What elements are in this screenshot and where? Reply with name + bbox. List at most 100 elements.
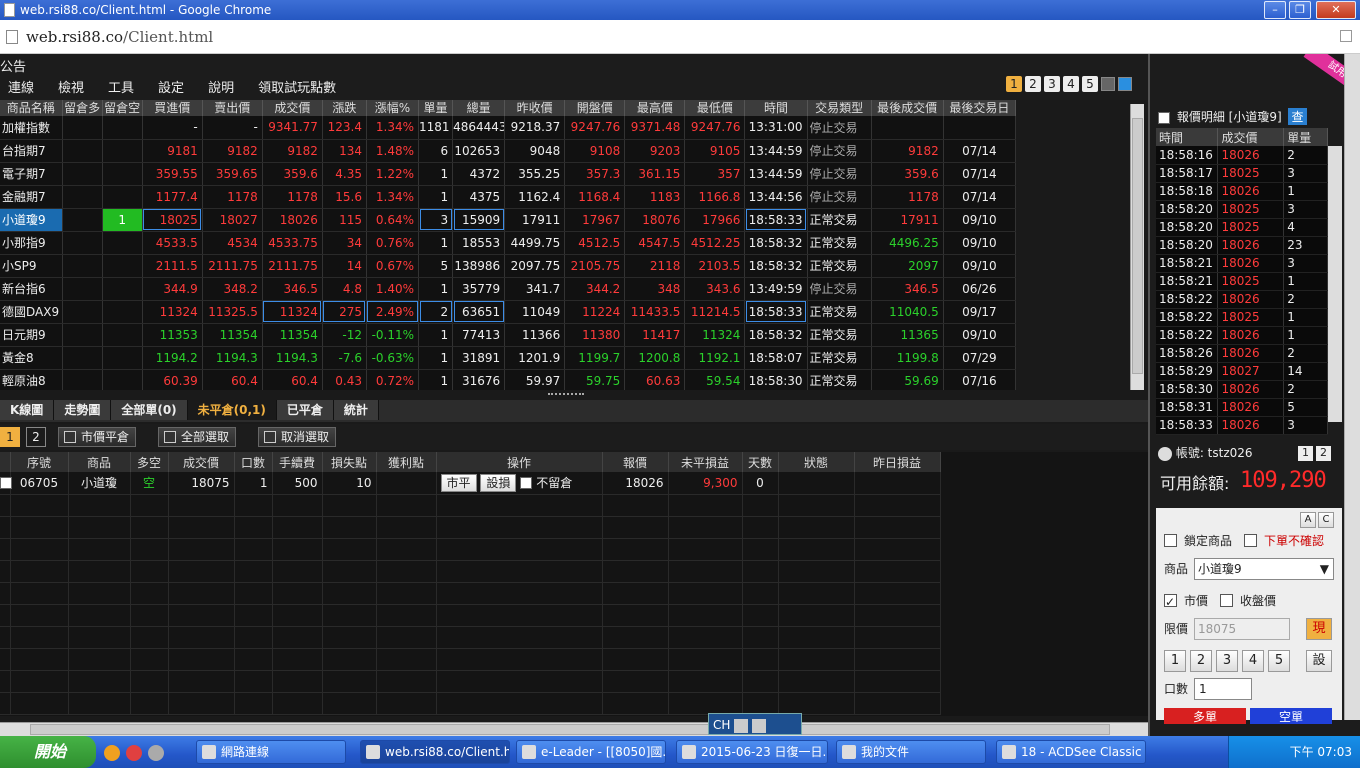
set-qty-button[interactable]: 設 [1306, 650, 1332, 672]
quote-row[interactable]: 黃金8 1194.2 1194.3 1194.3 -7.6 -0.63% 1 31891 120… [0, 346, 1017, 370]
position-header-3[interactable]: 成交價 [168, 452, 235, 472]
address-bar[interactable]: web.rsi88.co/Client.html [0, 20, 1360, 54]
quote-row[interactable]: 台指期7 9181 9182 9182 134 1.48% 6 102653 9048 9108 9… [0, 139, 1017, 163]
position-page-2[interactable]: 2 [26, 427, 46, 447]
position-header-0[interactable]: 序號 [10, 452, 69, 472]
layout-page-1[interactable]: 1 [1006, 76, 1022, 92]
qty-preset-1[interactable]: 1 [1164, 650, 1186, 672]
position-header-5[interactable]: 手續費 [272, 452, 323, 472]
quote-header-1[interactable]: 留倉多 [62, 100, 103, 116]
tab-4[interactable]: 已平倉 [276, 400, 334, 420]
quote-header-2[interactable]: 留倉空 [102, 100, 143, 116]
menu-item-5[interactable]: 領取試玩點數 [250, 77, 342, 96]
order-c-button[interactable]: C [1318, 512, 1334, 528]
right-panel-scrollbar[interactable] [1344, 54, 1360, 720]
taskbar-item-1[interactable]: web.rsi88.co/Client.ht... [360, 740, 510, 764]
app-quicklaunch-icon[interactable] [148, 745, 164, 761]
qty-preset-3[interactable]: 3 [1216, 650, 1238, 672]
quote-header-15[interactable]: 交易類型 [807, 100, 872, 116]
position-row[interactable]: 06705 小道瓊空 18075 1 500 10 市平 設損 不留倉 18026 9,300 0 [0, 472, 941, 495]
current-price-button[interactable]: 現 [1306, 618, 1332, 640]
market-close-button[interactable]: 市平 [440, 473, 477, 492]
sell-button[interactable]: 空單 [1250, 708, 1332, 724]
market-price-checkbox[interactable]: ✓ [1164, 594, 1177, 609]
menu-item-0[interactable]: 連線 [0, 77, 40, 96]
position-header-2[interactable]: 多空 [130, 452, 169, 472]
tab-2[interactable]: 全部單(0) [111, 400, 188, 420]
quote-header-9[interactable]: 總量 [452, 100, 506, 116]
quote-row[interactable]: 小道瓊9 1 18025 18027 18026 115 0.64% 3 15909 17911 1… [0, 208, 1017, 232]
deselect-button[interactable]: 取消選取 [258, 427, 337, 447]
qty-preset-2[interactable]: 2 [1190, 650, 1212, 672]
quote-header-11[interactable]: 開盤價 [564, 100, 626, 116]
layout-page-4[interactable]: 4 [1063, 76, 1079, 92]
position-header-4[interactable]: 口數 [234, 452, 273, 472]
position-header-6[interactable]: 損失點 [322, 452, 377, 472]
firefox-icon[interactable] [104, 745, 120, 761]
menu-item-2[interactable]: 工具 [100, 77, 140, 96]
horizontal-scrollbar[interactable] [0, 722, 1148, 736]
position-header-9[interactable]: 報價 [602, 452, 669, 472]
tick-detail-checkbox[interactable] [1158, 111, 1170, 124]
ime-mode-icon[interactable] [734, 718, 749, 733]
extension-icon[interactable] [1340, 30, 1352, 42]
layout-page-5[interactable]: 5 [1082, 76, 1098, 92]
product-select[interactable]: 小道瓊9 ▼ [1194, 558, 1334, 580]
lock-product-checkbox[interactable] [1164, 534, 1177, 547]
position-header-13[interactable]: 昨日損益 [854, 452, 941, 472]
qty-preset-4[interactable]: 4 [1242, 650, 1264, 672]
position-header-11[interactable]: 天數 [742, 452, 779, 472]
layout-page-2[interactable]: 2 [1025, 76, 1041, 92]
buy-button[interactable]: 多單 [1164, 708, 1246, 724]
menu-item-4[interactable]: 說明 [200, 77, 240, 96]
no-confirm-checkbox[interactable] [1244, 534, 1257, 547]
quote-row[interactable]: 電子期7 359.55 359.65 359.6 4.35 1.22% 1 4372 355.2… [0, 162, 1017, 186]
position-header-7[interactable]: 獲利點 [376, 452, 437, 472]
quote-row[interactable]: 加權指數 - -9341.77 123.4 1.34% 1181 4864443 9218.3… [0, 116, 1017, 140]
position-header-12[interactable]: 狀態 [778, 452, 855, 472]
quote-row[interactable]: 日元期9 11353 11354 11354 -12 -0.11% 1 77413 11366 1… [0, 323, 1017, 347]
start-button[interactable]: 開始 [0, 736, 96, 768]
tab-5[interactable]: 統計 [333, 400, 379, 420]
position-checkbox[interactable] [0, 477, 12, 490]
clock[interactable]: 下午 07:03 [1290, 745, 1352, 759]
quote-header-13[interactable]: 最低價 [684, 100, 746, 116]
quote-vertical-scrollbar[interactable] [1130, 104, 1144, 390]
minimize-button[interactable]: – [1264, 1, 1286, 19]
close-market-button[interactable]: 市價平倉 [58, 427, 137, 447]
layout-grid-icon[interactable] [1101, 77, 1115, 91]
quote-header-16[interactable]: 最後成交價 [871, 100, 944, 116]
menu-item-1[interactable]: 檢視 [50, 77, 90, 96]
taskbar-item-5[interactable]: 18 - ACDSee Classic [... [996, 740, 1146, 764]
menu-item-3[interactable]: 設定 [150, 77, 190, 96]
taskbar-item-4[interactable]: 我的文件 [836, 740, 986, 764]
set-stop-button[interactable]: 設損 [480, 473, 517, 492]
quote-header-5[interactable]: 成交價 [262, 100, 323, 116]
quote-row[interactable]: 輕原油8 60.39 60.4 60.4 0.43 0.72% 1 31676 59.97 59.… [0, 369, 1017, 390]
window-title-bar[interactable]: web.rsi88.co/Client.html - Google Chrome… [0, 0, 1360, 20]
restore-button[interactable]: ❐ [1289, 1, 1311, 19]
taskbar-item-0[interactable]: 網路連線 [196, 740, 346, 764]
quote-row[interactable]: 小SP9 2111.5 2111.75 2111.75 14 0.67% 5 138986 20… [0, 254, 1017, 278]
quote-header-3[interactable]: 買進價 [142, 100, 203, 116]
quote-header-8[interactable]: 單量 [418, 100, 454, 116]
position-select-cell[interactable] [0, 472, 12, 495]
taskbar-item-2[interactable]: e-Leader - [[8050]國... [516, 740, 666, 764]
no-overnight-checkbox[interactable] [520, 477, 533, 490]
taskbar-item-3[interactable]: 2015-06-23 日復一日... [676, 740, 828, 764]
ime-help-icon[interactable] [752, 718, 767, 733]
position-header-1[interactable]: 商品 [68, 452, 131, 472]
tab-1[interactable]: 走勢圖 [54, 400, 112, 420]
quote-row[interactable]: 小那指9 4533.5 4534 4533.75 34 0.76% 1 18553 4499.7… [0, 231, 1017, 255]
quote-header-14[interactable]: 時間 [744, 100, 808, 116]
position-header-8[interactable]: 操作 [436, 452, 603, 472]
tick-vertical-scrollbar[interactable] [1328, 146, 1342, 422]
close-price-checkbox[interactable] [1220, 594, 1233, 607]
ime-toolbar[interactable]: CH [708, 713, 802, 735]
quote-row[interactable]: 德國DAX9 11324 11325.5 11324 275 2.49% 2 63651 110… [0, 300, 1017, 324]
qty-input[interactable]: 1 [1194, 678, 1252, 700]
account-page-2[interactable]: 2 [1316, 446, 1331, 461]
order-a-button[interactable]: A [1300, 512, 1316, 528]
quote-header-7[interactable]: 漲幅% [366, 100, 420, 116]
select-all-button[interactable]: 全部選取 [158, 427, 237, 447]
